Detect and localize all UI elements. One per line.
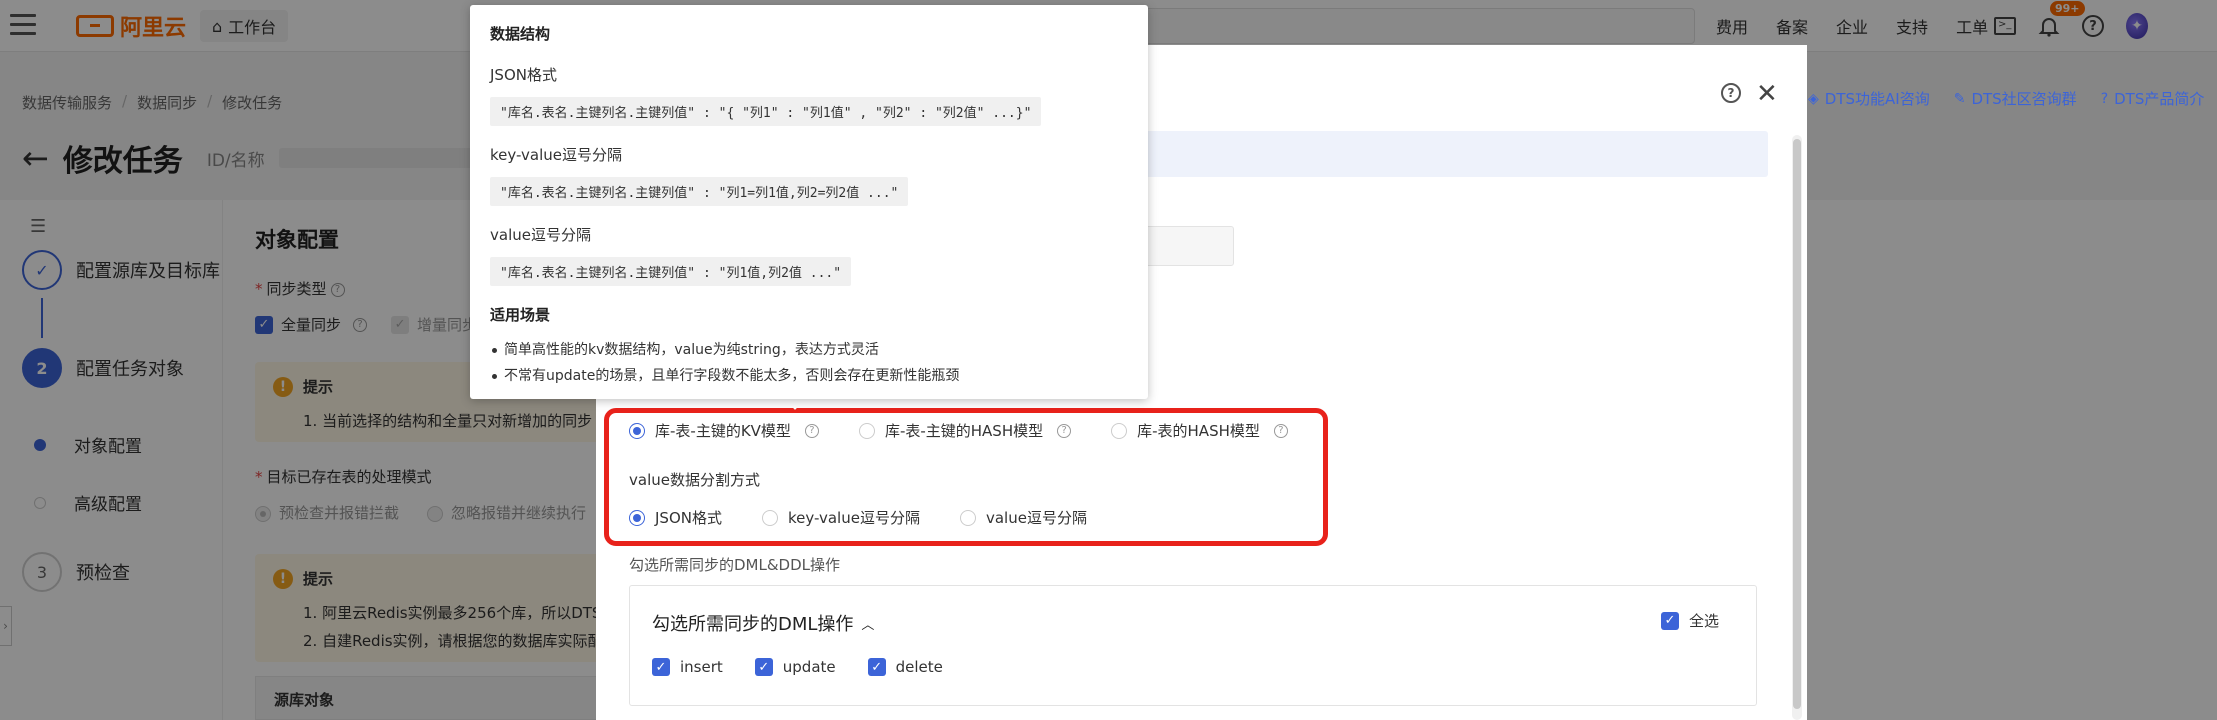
highlight-annotation-frame xyxy=(604,408,1328,546)
link-community[interactable]: ✎ DTS社区咨询群 xyxy=(1954,88,2077,109)
dml-ddl-section-label: 勾选所需同步的DML&DDL操作 xyxy=(629,556,841,574)
drawer-scrollbar-thumb[interactable] xyxy=(1793,139,1801,709)
dml-title-text: 勾选所需同步的DML操作 xyxy=(652,614,854,635)
popover-heading: 数据结构 xyxy=(490,25,551,43)
drawer-help-icon[interactable]: ? xyxy=(1721,83,1741,103)
link-label: DTS社区咨询群 xyxy=(1971,90,2077,108)
dml-panel-title[interactable]: 勾选所需同步的DML操作 ︿ xyxy=(652,610,874,636)
checkbox-checked-icon: ✓ xyxy=(652,658,670,676)
json-format-code: "库名.表名.主键列名.主键列值" : "{ "列1" : "列1值" , "列… xyxy=(490,97,1042,126)
value-format-code: "库名.表名.主键列名.主键列值" : "列1值,列2值 ..." xyxy=(490,257,852,286)
question-icon: ? xyxy=(2100,90,2109,107)
dml-op-label: update xyxy=(782,658,836,676)
dml-operations-panel: 勾选所需同步的DML操作 ︿ ✓ 全选 ✓ insert ✓ update ✓ del… xyxy=(629,585,1757,706)
checkbox-checked-icon: ✓ xyxy=(867,658,886,676)
dml-op-label: insert xyxy=(680,658,723,676)
json-format-label: JSON格式 xyxy=(490,66,557,84)
link-label: DTS产品简介 xyxy=(2114,90,2205,108)
kv-format-label: key-value逗号分隔 xyxy=(490,146,622,164)
link-product-intro[interactable]: ? DTS产品简介 xyxy=(2101,88,2205,109)
scenario-item: 不常有update的场景，且单行字段数不能太多，否则会存在更新性能瓶颈 xyxy=(490,363,1128,389)
scenario-heading: 适用场景 xyxy=(490,306,551,324)
link-ai-consult[interactable]: ◈ DTS功能AI咨询 xyxy=(1808,88,1930,109)
scenario-list: 简单高性能的kv数据结构，value为纯string，表达方式灵活 不常有upd… xyxy=(490,337,1128,389)
dml-ops-list: ✓ insert ✓ update ✓ delete xyxy=(652,658,943,676)
close-icon[interactable]: ✕ xyxy=(1756,79,1778,109)
chevron-up-icon: ︿ xyxy=(861,617,875,633)
dml-delete-checkbox[interactable]: ✓ delete xyxy=(867,658,943,676)
select-all-checkbox[interactable]: ✓ 全选 xyxy=(1661,610,1719,631)
ai-icon: ◈ xyxy=(1808,90,1819,107)
checkbox-checked-icon: ✓ xyxy=(1661,611,1679,630)
link-label: DTS功能AI咨询 xyxy=(1824,90,1930,108)
pin-icon: ✎ xyxy=(1953,90,1966,107)
dml-op-label: delete xyxy=(895,658,943,676)
checkbox-checked-icon: ✓ xyxy=(754,658,773,676)
dml-update-checkbox[interactable]: ✓ update xyxy=(754,658,836,676)
value-format-label: value逗号分隔 xyxy=(490,226,591,244)
dml-insert-checkbox[interactable]: ✓ insert xyxy=(652,658,723,676)
select-all-label: 全选 xyxy=(1689,612,1720,630)
scenario-item: 简单高性能的kv数据结构，value为纯string，表达方式灵活 xyxy=(490,337,1128,363)
kv-format-code: "库名.表名.主键列名.主键列值" : "列1=列1值,列2=列2值 ..." xyxy=(490,177,909,206)
data-structure-popover: 数据结构 JSON格式 "库名.表名.主键列名.主键列值" : "{ "列1" … xyxy=(470,5,1148,399)
dts-help-links: ◈ DTS功能AI咨询 ✎ DTS社区咨询群 ? DTS产品简介 xyxy=(1808,88,2204,109)
